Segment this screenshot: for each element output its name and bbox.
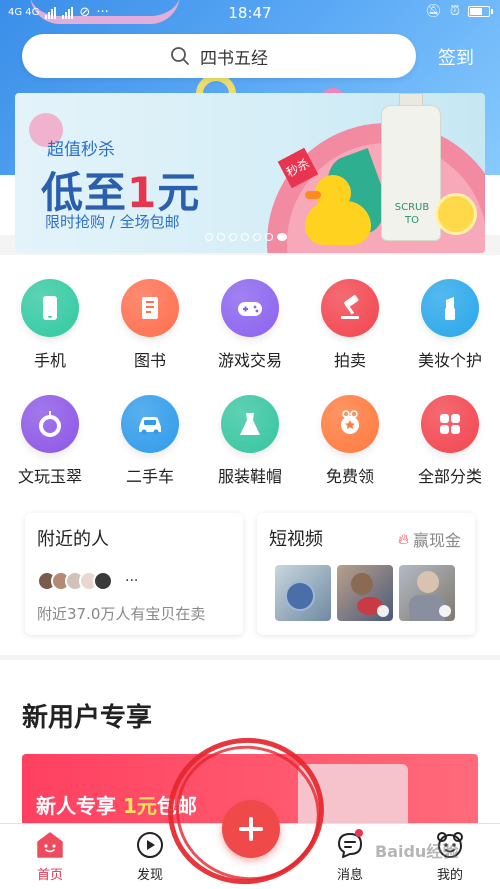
status-right: 🔕︎ ⏰︎: [425, 4, 493, 19]
win-cash-badge[interactable]: 🔥︎ 赢现金: [398, 527, 461, 551]
bottle-label: SCRUB TO: [394, 202, 430, 226]
category-label: 手机: [33, 351, 66, 370]
short-video-card[interactable]: 短视频 🔥︎ 赢现金: [257, 513, 475, 635]
category-label: 拍卖: [333, 351, 366, 370]
mute-bell-icon: 🔕︎: [425, 4, 442, 19]
short-video-title: 短视频: [269, 529, 323, 550]
play-icon: [377, 605, 389, 617]
category-car[interactable]: 二手车: [100, 395, 200, 487]
win-cash-label: 赢现金: [412, 531, 461, 550]
category-lipstick[interactable]: 美妆个护: [400, 279, 500, 371]
banner-headline-number: 1: [127, 168, 158, 217]
nearby-people-card[interactable]: 附近的人 ··· 附近37.0万人有宝贝在卖: [25, 513, 243, 635]
status-bar: 4G 4G ⊘ ··· 18:47 🔕︎ ⏰︎: [0, 0, 500, 26]
tab-discover-label: 发现: [136, 868, 163, 883]
banner-page-indicator[interactable]: [205, 233, 287, 241]
category-jade[interactable]: 文玩玉翠: [0, 395, 100, 487]
promo-highlight: 1元: [122, 794, 157, 818]
gift-icon: [321, 395, 379, 453]
nearby-avatars: ···: [37, 571, 138, 591]
category-label: 免费领: [325, 467, 374, 486]
play-icon: [439, 605, 451, 617]
jade-icon: [21, 395, 79, 453]
car-icon: [121, 395, 179, 453]
gamepad-icon: [221, 279, 279, 337]
tab-home-label: 首页: [36, 868, 63, 883]
page-dot[interactable]: [277, 233, 287, 241]
dress-icon: [221, 395, 279, 453]
page-dot[interactable]: [205, 233, 213, 241]
category-label: 文玩玉翠: [17, 467, 82, 486]
book-icon: [121, 279, 179, 337]
promo-banner[interactable]: 超值秒杀 低至1元 限时抢购 / 全场包邮 SCRUB TO 秒杀: [15, 93, 485, 253]
category-label: 服装鞋帽: [217, 467, 282, 486]
person-illustration: [417, 571, 439, 593]
tab-messages-label: 消息: [336, 868, 363, 883]
home-icon: [35, 830, 65, 860]
page-dot[interactable]: [217, 233, 225, 241]
new-user-title: 新用户专享: [22, 703, 153, 733]
search-input[interactable]: 四书五经: [22, 34, 416, 78]
category-book[interactable]: 图书: [100, 279, 200, 371]
category-label: 图书: [133, 351, 166, 370]
tab-mine-label: 我的: [436, 868, 463, 883]
video-thumbnail[interactable]: [337, 565, 393, 621]
message-icon: [335, 829, 365, 860]
gavel-icon: [321, 279, 379, 337]
nearby-title: 附近的人: [37, 529, 109, 550]
page-dot[interactable]: [253, 233, 261, 241]
lipstick-icon: [421, 279, 479, 337]
flame-icon: 🔥︎: [397, 530, 409, 548]
page-dot[interactable]: [241, 233, 249, 241]
child-illustration: [351, 573, 373, 595]
unread-dot: [355, 829, 363, 837]
category-label: 二手车: [125, 467, 174, 486]
category-label: 游戏交易: [217, 351, 282, 370]
banner-headline-prefix: 低至: [41, 168, 128, 217]
checkin-button[interactable]: 签到: [438, 44, 474, 70]
search-icon: [171, 47, 189, 65]
category-gamepad[interactable]: 游戏交易: [200, 279, 300, 371]
page-dot[interactable]: [229, 233, 237, 241]
lemon-illustration: [435, 193, 477, 235]
search-placeholder: 四书五经: [200, 48, 268, 69]
phone-icon: [21, 279, 79, 337]
tab-home[interactable]: 首页: [15, 830, 85, 883]
alarm-icon: ⏰︎: [449, 4, 460, 19]
main-panel: 手机 图书 游戏交易 拍卖 美妆个护文玩玉翠 二手车 服装鞋帽 免费领 全部分类 附近的人 ··…: [0, 255, 500, 655]
disc-illustration: [285, 581, 315, 611]
category-grid[interactable]: 全部分类: [400, 395, 500, 487]
nearby-description: 附近37.0万人有宝贝在卖: [37, 605, 206, 623]
category-label: 全部分类: [417, 467, 482, 486]
category-gavel[interactable]: 拍卖: [300, 279, 400, 371]
video-thumbnail[interactable]: [399, 565, 455, 621]
banner-subtitle: 限时抢购 / 全场包邮: [45, 213, 180, 231]
avatar: [93, 571, 113, 591]
banner-tag: 超值秒杀: [47, 140, 115, 160]
category-phone[interactable]: 手机: [0, 279, 100, 371]
page-dot[interactable]: [265, 233, 273, 241]
category-gift[interactable]: 免费领: [300, 395, 400, 487]
more-dots-icon: ···: [125, 573, 139, 589]
banner-headline-suffix: 元: [157, 168, 201, 217]
battery-icon: [468, 6, 493, 17]
duck-beak: [305, 191, 321, 199]
video-thumbnail[interactable]: [275, 565, 331, 621]
watermark: Baidu经验: [375, 842, 459, 861]
grid-icon: [421, 395, 479, 453]
promo-prefix: 新人专享: [36, 794, 123, 818]
category-dress[interactable]: 服装鞋帽: [200, 395, 300, 487]
play-circle-icon: [135, 830, 165, 860]
category-label: 美妆个护: [417, 351, 482, 370]
